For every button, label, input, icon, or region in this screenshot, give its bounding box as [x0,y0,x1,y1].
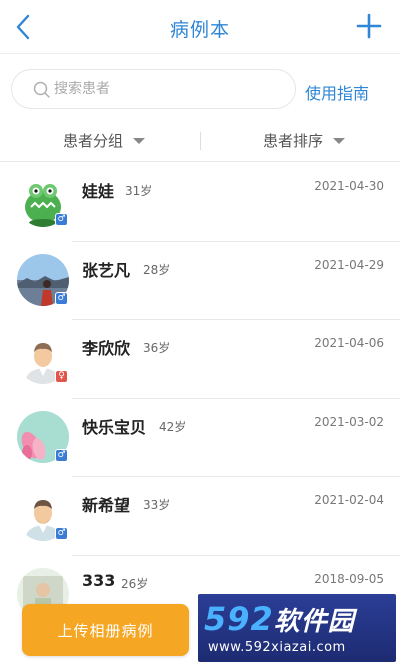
patient-sort-filter[interactable]: 患者排序 [263,130,346,151]
patient-name: 娃娃 [82,182,115,201]
patient-sort-label: 患者排序 [263,132,324,150]
filter-divider [200,132,201,150]
user-guide-link[interactable]: 使用指南 [305,80,369,104]
patient-list: ♂ 娃娃 31岁 2021-04-30 ♂ 张艺凡 28岁 2021-04-29 [0,163,400,634]
patient-age: 28岁 [143,262,171,277]
plus-icon[interactable] [354,11,384,41]
upload-album-case-button[interactable]: 上传相册病例 [22,604,189,656]
caret-down-icon [133,137,146,144]
search-icon [33,81,50,98]
watermark-url: www.592xiazai.com [208,640,346,655]
watermark-text: 软件园 [273,607,355,637]
patient-date: 2018-09-05 [314,571,384,586]
patient-group-label: 患者分组 [63,132,124,150]
patient-name: 新希望 [82,496,131,515]
watermark-logo: 592软件园 [204,600,355,638]
caret-down-icon [333,137,346,144]
patient-name: 333 [82,570,116,590]
patient-group-filter[interactable]: 患者分组 [63,130,146,151]
patient-age: 31岁 [125,184,153,198]
male-icon: ♂ [55,291,68,305]
watermark: 592软件园 www.592xiazai.com [198,594,396,662]
patient-name: 李欣欣 [82,339,131,358]
patient-date: 2021-04-30 [314,179,384,193]
patient-date: 2021-02-04 [314,493,384,507]
patient-date: 2021-03-02 [314,414,384,429]
search-input[interactable] [54,76,284,102]
patient-row[interactable]: ♂ 娃娃 31岁 2021-04-30 [0,163,400,242]
male-icon: ♂ [55,527,68,540]
patient-name: 快乐宝贝 [82,417,147,437]
page-title: 病例本 [169,19,230,41]
patient-date: 2021-04-06 [314,336,384,350]
patient-date: 2021-04-29 [314,257,384,272]
patient-row[interactable]: ♂ 快乐宝贝 42岁 2021-03-02 [0,399,400,477]
male-icon: ♂ [55,213,68,226]
top-nav-bar: 病例本 [0,0,400,54]
filter-bar: 患者分组 患者排序 [0,124,400,162]
patient-age: 26岁 [121,576,149,591]
patient-age: 42岁 [159,419,187,434]
male-icon: ♂ [55,448,68,462]
search-row: 使用指南 [0,54,400,124]
patient-name: 张艺凡 [82,260,131,280]
patient-row[interactable]: ♂ 新希望 33岁 2021-02-04 [0,477,400,556]
patient-age: 36岁 [143,341,171,355]
female-icon: ♀ [55,370,68,383]
patient-age: 33岁 [143,498,171,512]
patient-row[interactable]: ♂ 张艺凡 28岁 2021-04-29 [0,242,400,320]
watermark-digits: 592 [204,600,274,638]
search-box[interactable] [11,69,296,109]
patient-row[interactable]: ♀ 李欣欣 36岁 2021-04-06 [0,320,400,399]
